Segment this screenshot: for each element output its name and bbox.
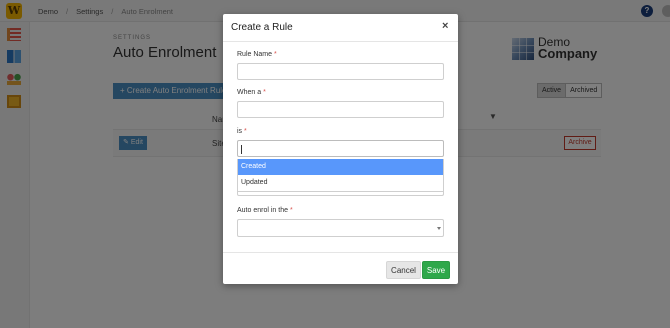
cancel-button[interactable]: Cancel bbox=[386, 261, 421, 279]
required-marker: * bbox=[263, 89, 266, 96]
when-a-label: When a * bbox=[237, 89, 266, 96]
is-label-text: is bbox=[237, 128, 243, 135]
required-marker: * bbox=[289, 207, 293, 214]
option-updated[interactable]: Updated bbox=[238, 175, 443, 191]
close-icon[interactable]: × bbox=[442, 20, 448, 32]
rule-name-label-text: Rule Name bbox=[237, 51, 273, 58]
auto-enrol-label: Auto enrol in the * bbox=[237, 207, 293, 214]
save-button[interactable]: Save bbox=[422, 261, 450, 279]
dialog-title: Create a Rule bbox=[231, 22, 293, 33]
option-created[interactable]: Created bbox=[238, 159, 443, 175]
is-dropdown-list: Created Updated bbox=[237, 159, 444, 192]
rule-name-input[interactable] bbox=[237, 63, 444, 80]
text-caret bbox=[241, 145, 242, 154]
auto-enrol-select[interactable] bbox=[237, 219, 444, 237]
is-search-input[interactable] bbox=[237, 140, 444, 157]
rule-name-label: Rule Name * bbox=[237, 51, 277, 58]
required-marker: * bbox=[244, 128, 247, 135]
when-a-label-text: When a bbox=[237, 89, 262, 96]
dialog-footer: Cancel Save bbox=[223, 252, 458, 284]
auto-enrol-label-text: Auto enrol in the bbox=[237, 207, 288, 214]
dropdown-arrow-icon bbox=[437, 227, 441, 230]
is-label: is * bbox=[237, 128, 247, 135]
required-marker: * bbox=[273, 51, 277, 58]
dialog-header: Create a Rule × bbox=[223, 14, 458, 42]
when-a-input[interactable] bbox=[237, 101, 444, 118]
create-rule-dialog: Create a Rule × Rule Name * When a * is … bbox=[223, 14, 458, 284]
